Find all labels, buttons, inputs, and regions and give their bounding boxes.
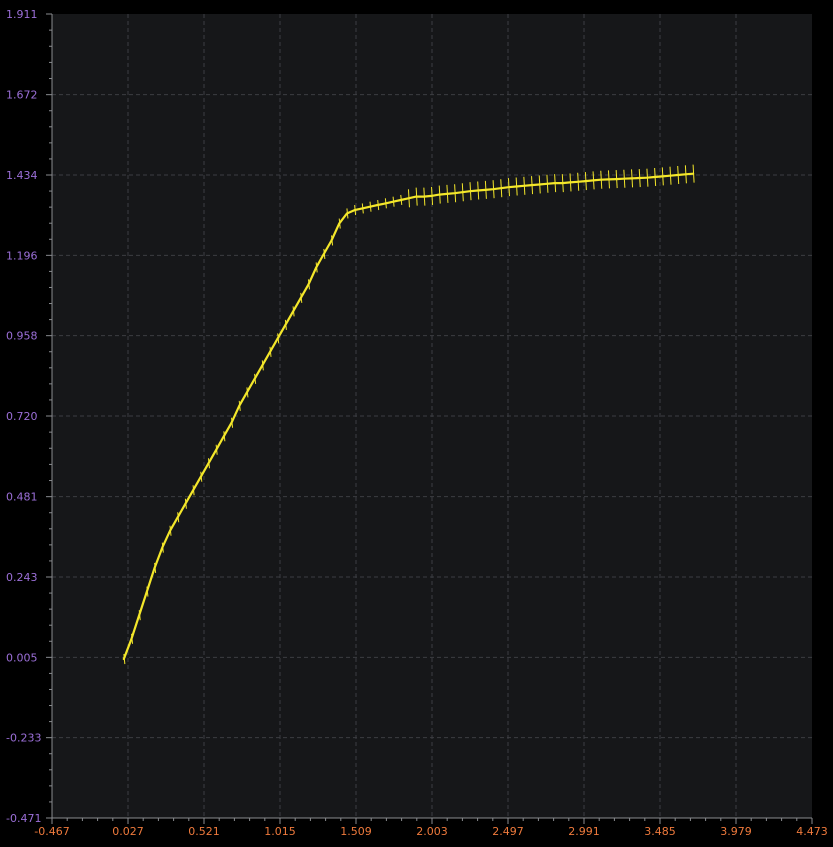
y-tick-label: 1.434 <box>6 169 38 182</box>
x-tick-label: 2.991 <box>568 825 600 838</box>
y-tick-label: -0.233 <box>6 732 41 745</box>
x-tick-label: 0.521 <box>188 825 220 838</box>
x-tick-label: 3.979 <box>720 825 752 838</box>
y-tick-label: 0.243 <box>6 571 38 584</box>
x-tick-label: 2.003 <box>416 825 448 838</box>
x-tick-label: 0.027 <box>112 825 144 838</box>
y-tick-label: 0.005 <box>6 651 38 664</box>
y-tick-label: 0.958 <box>6 330 38 343</box>
x-tick-label: -0.467 <box>34 825 69 838</box>
y-tick-label: -0.471 <box>6 812 41 825</box>
y-tick-label: 0.720 <box>6 410 38 423</box>
x-tick-label: 4.473 <box>796 825 828 838</box>
y-tick-label: 1.911 <box>6 8 38 21</box>
y-tick-label: 1.672 <box>6 89 38 102</box>
line-chart: -0.467 0.027 0.521 1.015 1.509 2.003 2.497 2.99… <box>0 0 833 847</box>
x-tick-label: 1.509 <box>340 825 372 838</box>
x-tick-label: 2.497 <box>492 825 524 838</box>
x-tick-label: 3.485 <box>644 825 676 838</box>
y-tick-label: 1.196 <box>6 249 38 262</box>
x-tick-label: 1.015 <box>264 825 296 838</box>
y-tick-label: 0.481 <box>6 491 38 504</box>
